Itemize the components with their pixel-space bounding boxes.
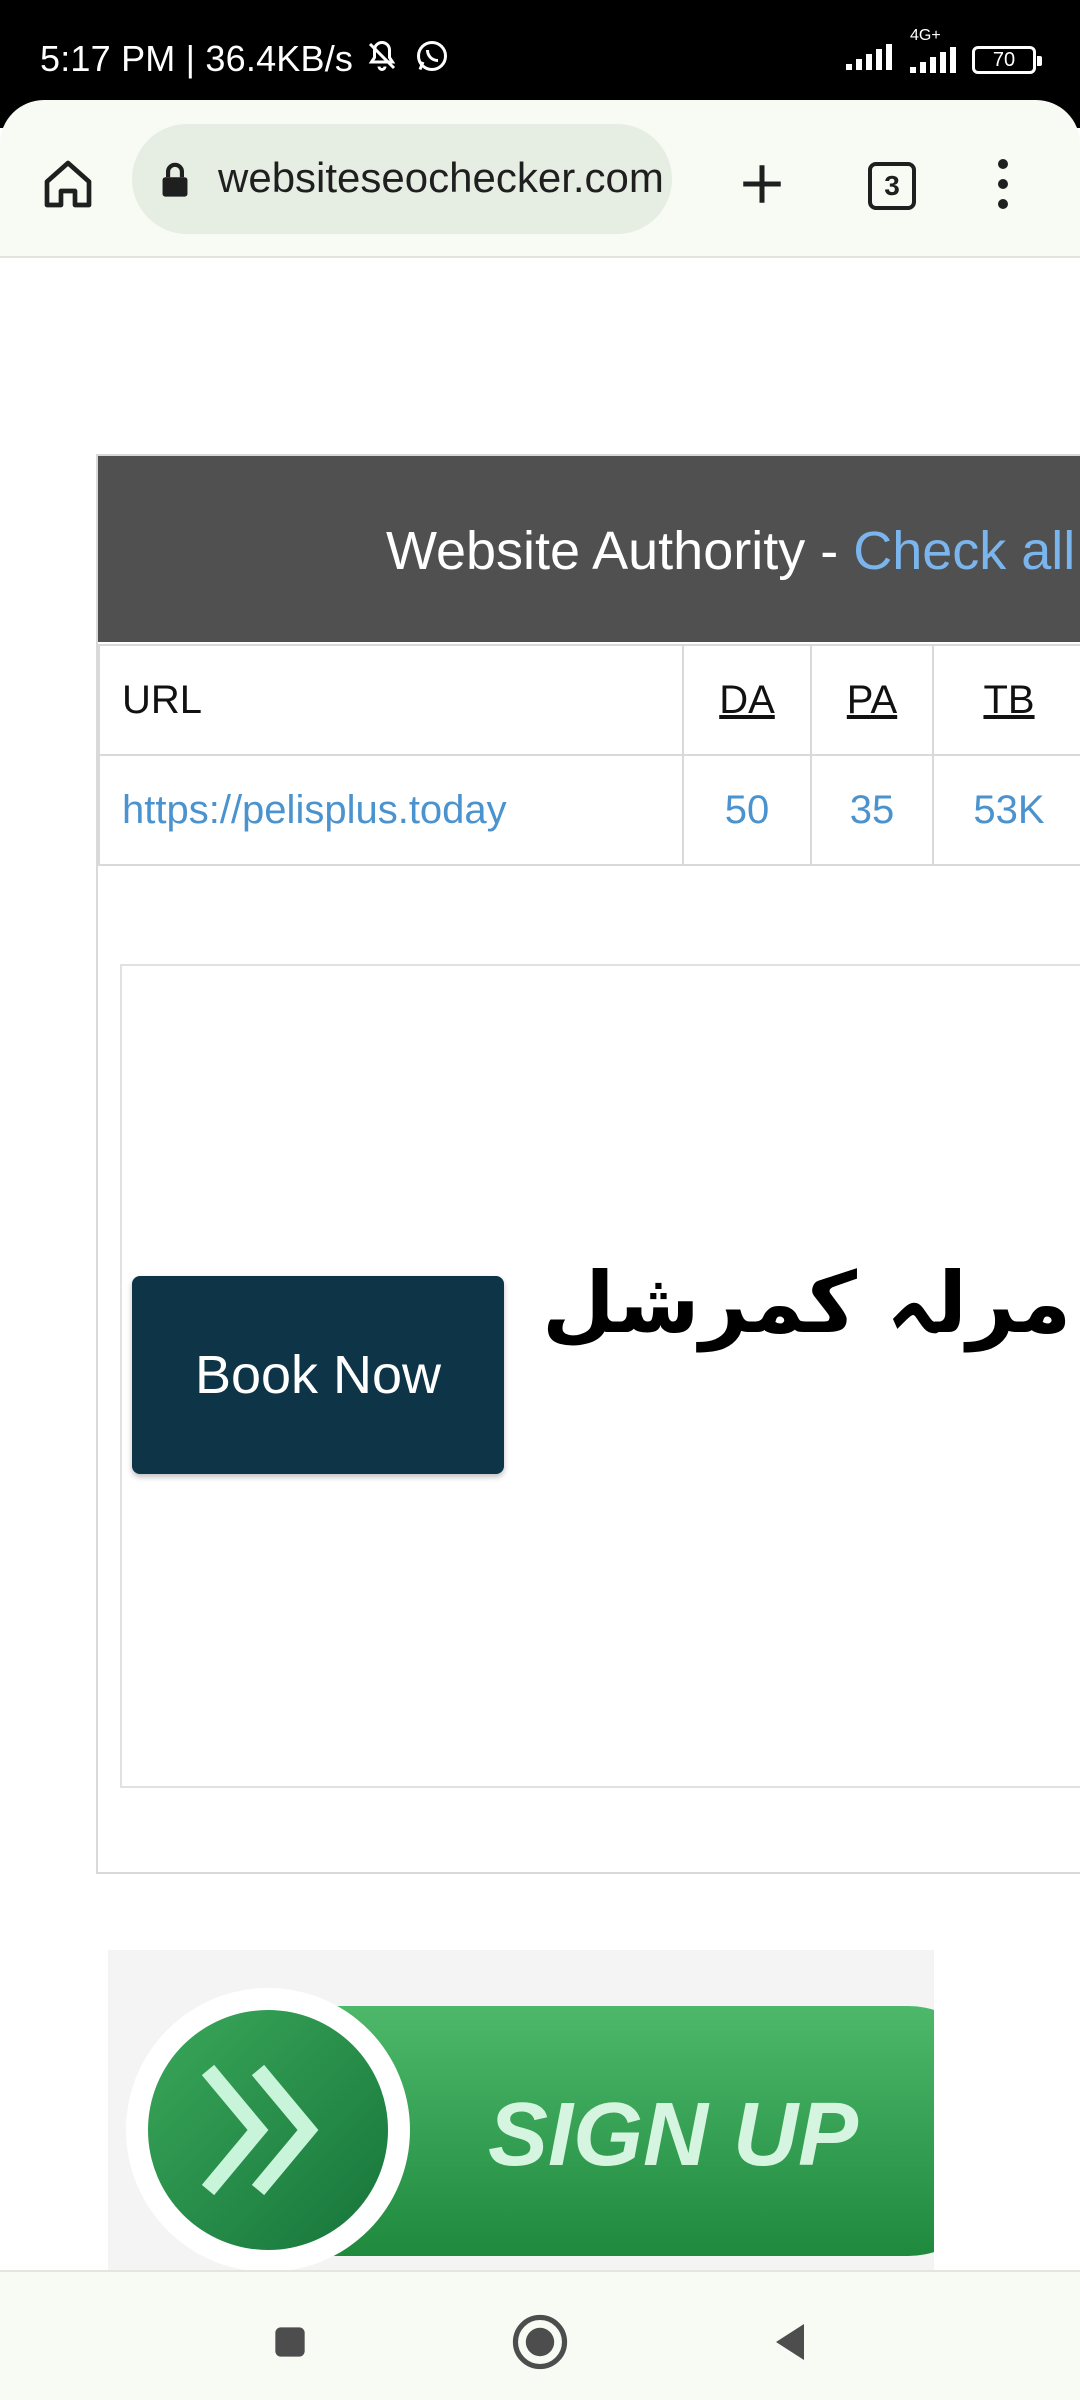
column-header-url: URL [98,644,684,756]
column-header-da[interactable]: DA [682,644,812,756]
ad-banner[interactable]: Book Now بس 6 مرلہ کمرشل [120,964,1080,1788]
menu-dot-icon [998,199,1008,209]
home-circle-icon [512,2314,568,2370]
signup-banner[interactable]: SIGN UP [108,1950,934,2270]
tab-switcher-button[interactable]: 3 [850,144,934,228]
system-nav-bar [0,2270,1080,2400]
url-text[interactable]: websiteseochecker.com [218,154,664,201]
plus-icon [743,165,781,203]
recents-icon [275,2327,305,2357]
row-da-value: 50 [682,754,812,866]
back-icon [776,2324,804,2360]
battery-icon: 70 [972,45,1042,74]
back-button[interactable] [750,2302,830,2382]
home-button[interactable] [28,144,108,224]
overflow-menu-button[interactable] [968,144,1038,224]
website-authority-card: Website Authority - Check all URL DA PA … [96,454,1080,1874]
lock-icon [162,162,188,197]
mute-bell-icon [364,38,400,79]
row-tb-value: 53K [932,754,1080,866]
signal-icon [844,42,896,77]
home-icon [44,160,92,208]
table-row: https://pelisplus.today 50 35 53K [98,754,1080,866]
table-header-row: URL DA PA TB [98,644,1080,756]
menu-dot-icon [998,159,1008,169]
row-url-link[interactable]: https://pelisplus.today [98,754,684,866]
web-content: Website Authority - Check all URL DA PA … [0,258,1080,2270]
tab-count: 3 [868,162,916,210]
book-now-button[interactable]: Book Now [132,1276,504,1474]
ad-headline: بس 6 مرلہ کمرشل [542,1254,1080,1352]
card-title: Website Authority - Check all [386,521,1076,581]
row-pa-value: 35 [810,754,934,866]
signup-label: SIGN UP [488,2085,859,2185]
column-header-pa[interactable]: PA [810,644,934,756]
whatsapp-icon [414,38,450,79]
browser-toolbar: websiteseochecker.com 3 [0,100,1080,258]
column-header-tb[interactable]: TB [932,644,1080,756]
recents-button[interactable] [250,2302,330,2382]
card-header: Website Authority - Check all [98,456,1080,642]
address-bar[interactable]: websiteseochecker.com [132,124,672,234]
status-time: 5:17 PM | 36.4KB/s [40,38,354,79]
check-all-link[interactable]: Check all [853,521,1075,581]
authority-table: URL DA PA TB https://pelisplus.today 50 … [98,644,1080,866]
signal-4g-icon: 4G+ [908,27,960,75]
new-tab-button[interactable] [722,144,802,224]
menu-dot-icon [998,179,1008,189]
home-nav-button[interactable] [500,2302,580,2382]
